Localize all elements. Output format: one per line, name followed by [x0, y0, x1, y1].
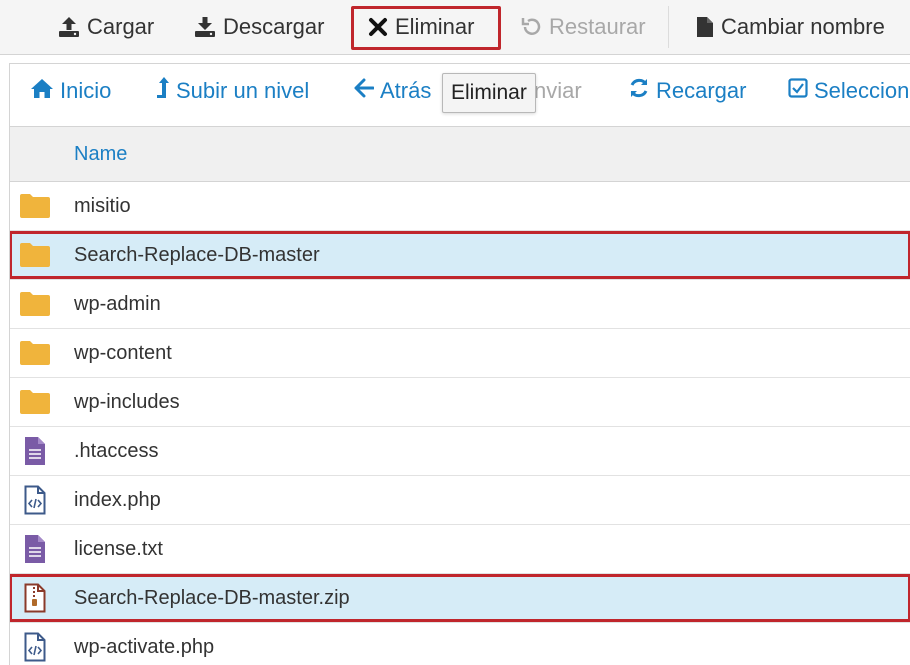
file-name[interactable]: wp-admin: [74, 280, 161, 328]
column-header-name[interactable]: Name: [74, 127, 127, 181]
table-row[interactable]: index.php: [10, 476, 910, 525]
file-name[interactable]: wp-includes: [74, 378, 180, 426]
main-toolbar: Cargar Descargar Eliminar Restaurar Camb…: [0, 0, 910, 55]
file-name[interactable]: license.txt: [74, 525, 163, 573]
select-all-button[interactable]: Seleccionar: [788, 64, 910, 118]
level-up-icon: [156, 76, 170, 106]
folder-icon: [18, 280, 52, 328]
home-button[interactable]: Inicio: [30, 64, 111, 118]
table-row[interactable]: Search-Replace-DB-master.zip: [10, 574, 910, 623]
download-icon: [194, 16, 216, 38]
table-row[interactable]: .htaccess: [10, 427, 910, 476]
folder-icon: [18, 231, 52, 279]
arrow-left-icon: [354, 78, 375, 104]
folder-icon: [18, 329, 52, 377]
rename-label: Cambiar nombre: [721, 14, 885, 39]
reload-button[interactable]: Recargar: [628, 64, 746, 118]
delete-tooltip: Eliminar: [442, 73, 536, 113]
toolbar-divider: [668, 6, 669, 48]
delete-button[interactable]: Eliminar: [368, 0, 474, 54]
file-name[interactable]: wp-content: [74, 329, 172, 377]
table-row[interactable]: wp-content: [10, 329, 910, 378]
folder-icon: [18, 182, 52, 230]
table-row[interactable]: license.txt: [10, 525, 910, 574]
download-label: Descargar: [223, 14, 325, 39]
select-all-label: Seleccionar: [814, 78, 910, 103]
file-table: Name misitio Search-Replace-DB-master wp-a…: [10, 126, 910, 665]
file-name[interactable]: Search-Replace-DB-master: [74, 231, 320, 279]
rename-button[interactable]: Cambiar nombre: [696, 0, 885, 54]
home-label: Inicio: [60, 78, 112, 103]
table-row[interactable]: wp-includes: [10, 378, 910, 427]
home-icon: [30, 77, 54, 105]
send-label: nviar: [534, 78, 582, 103]
close-icon: [368, 17, 388, 37]
table-row[interactable]: wp-activate.php: [10, 623, 910, 665]
restore-icon: [520, 16, 542, 38]
up-level-button[interactable]: Subir un nivel: [156, 64, 309, 118]
delete-label: Eliminar: [395, 14, 475, 39]
restore-label: Restaurar: [549, 14, 646, 39]
upload-label: Cargar: [87, 14, 155, 39]
file-manager-panel: Inicio Subir un nivel Atrás nviar Recarg…: [9, 63, 910, 665]
file-name[interactable]: misitio: [74, 182, 131, 230]
table-row[interactable]: Search-Replace-DB-master: [10, 231, 910, 280]
up-level-label: Subir un nivel: [176, 78, 310, 103]
table-row[interactable]: wp-admin: [10, 280, 910, 329]
zip-file-icon: [18, 574, 52, 622]
file-name[interactable]: Search-Replace-DB-master.zip: [74, 574, 350, 622]
table-row[interactable]: misitio: [10, 182, 910, 231]
checkbox-icon: [788, 78, 808, 104]
text-file-icon: [18, 525, 52, 573]
back-label: Atrás: [380, 78, 432, 103]
upload-icon: [58, 16, 80, 38]
text-file-icon: [18, 427, 52, 475]
refresh-icon: [628, 77, 650, 105]
folder-icon: [18, 378, 52, 426]
file-name[interactable]: .htaccess: [74, 427, 158, 475]
send-button[interactable]: nviar: [534, 64, 582, 118]
reload-label: Recargar: [656, 78, 747, 103]
code-file-icon: [18, 623, 52, 665]
code-file-icon: [18, 476, 52, 524]
table-header: Name: [10, 126, 910, 182]
file-icon: [696, 16, 714, 38]
back-button[interactable]: Atrás: [354, 64, 431, 118]
upload-button[interactable]: Cargar: [58, 0, 154, 54]
file-list: misitio Search-Replace-DB-master wp-admin w…: [10, 182, 910, 665]
file-name[interactable]: wp-activate.php: [74, 623, 214, 665]
restore-button[interactable]: Restaurar: [520, 0, 646, 54]
download-button[interactable]: Descargar: [194, 0, 324, 54]
file-name[interactable]: index.php: [74, 476, 161, 524]
